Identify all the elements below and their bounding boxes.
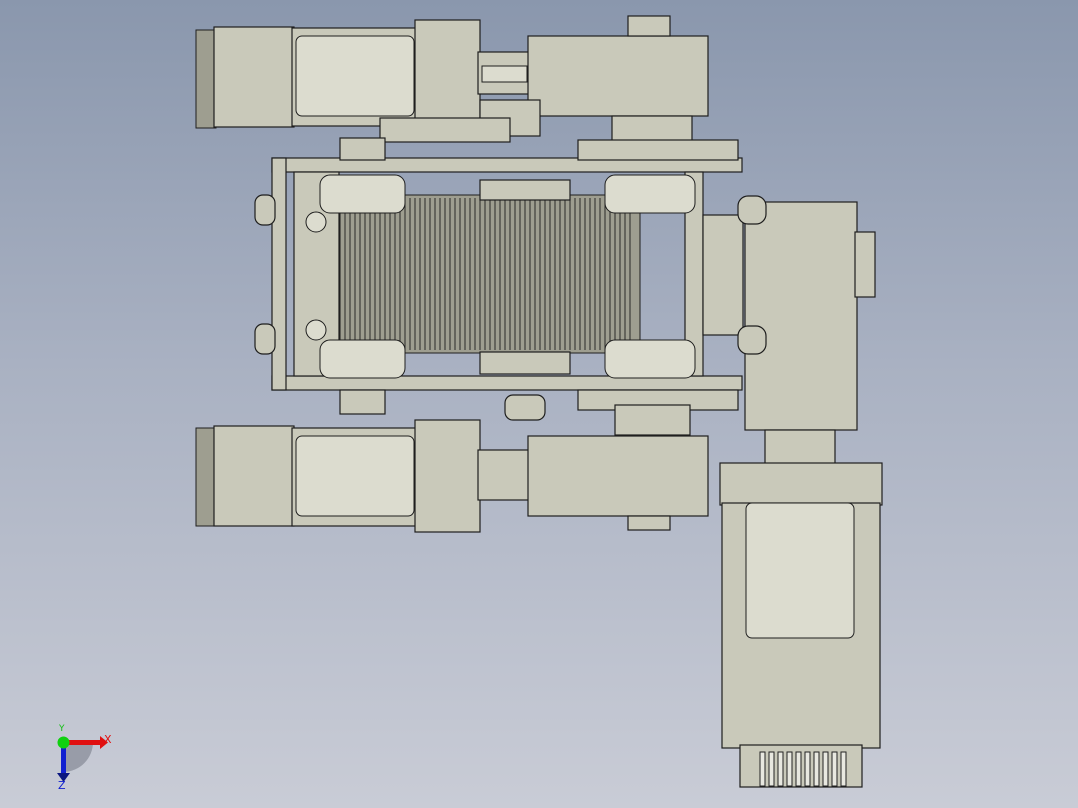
cooling-fin <box>795 751 802 787</box>
bottom-motor <box>195 394 709 533</box>
cooling-fin <box>804 751 811 787</box>
x-axis-label: X <box>104 733 112 746</box>
axis-triad: X Y Z <box>48 724 118 792</box>
cooling-fin <box>813 751 820 787</box>
cooling-fin <box>840 751 847 787</box>
cooling-fin <box>822 751 829 787</box>
cooling-fin <box>759 751 766 787</box>
cad-model-viewport[interactable] <box>0 0 1078 808</box>
z-axis-label: Z <box>58 779 66 792</box>
top-motor <box>195 15 709 153</box>
cooling-fin <box>786 751 793 787</box>
travel-motor <box>719 195 883 788</box>
cooling-fin <box>777 751 784 787</box>
cooling-fin <box>831 751 838 787</box>
y-axis-label: Y <box>59 724 65 734</box>
cooling-fin <box>768 751 775 787</box>
